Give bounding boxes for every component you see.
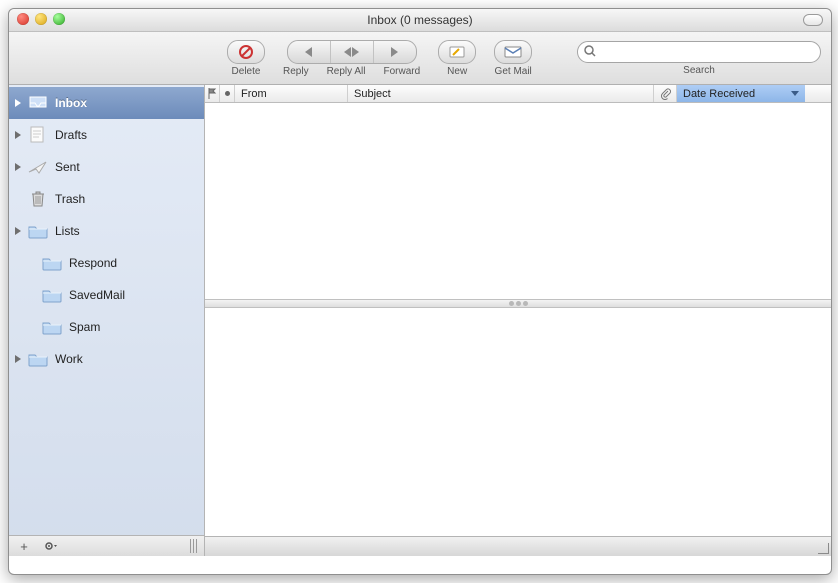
gear-icon (43, 539, 57, 553)
sidebar-item-label: Inbox (55, 96, 87, 110)
sidebar-item-trash[interactable]: Trash (9, 183, 204, 215)
sent-icon (27, 158, 49, 176)
sidebar-resize-grip[interactable] (190, 539, 198, 553)
col-flag[interactable] (205, 85, 220, 102)
reply-arrow-icon (305, 47, 312, 57)
sidebar-item-label: Lists (55, 224, 80, 238)
toolbar: Delete Reply Reply All Forward New (9, 32, 831, 85)
zoom-icon[interactable] (53, 13, 65, 25)
col-subject[interactable]: Subject (348, 85, 654, 102)
flag-icon (208, 88, 217, 99)
get-mail-group: Get Mail (494, 40, 532, 77)
mail-window: Inbox (0 messages) Delete Reply Reply Al… (8, 8, 832, 575)
forward-label: Forward (383, 66, 420, 77)
disclosure-triangle-icon[interactable] (15, 99, 21, 107)
resize-grip-icon[interactable] (817, 542, 829, 554)
search-icon (584, 45, 596, 57)
sidebar-item-respond[interactable]: Respond (9, 247, 204, 279)
action-gear-button[interactable] (41, 539, 59, 553)
reply-group: Reply Reply All Forward (283, 40, 420, 77)
sidebar-item-label: Respond (69, 256, 117, 270)
search-group: Search (577, 41, 821, 76)
disclosure-triangle-icon[interactable] (15, 227, 21, 235)
sidebar-item-inbox[interactable]: Inbox (9, 87, 204, 119)
sidebar-item-label: Sent (55, 160, 80, 174)
col-from[interactable]: From (235, 85, 348, 102)
get-mail-button[interactable] (494, 40, 532, 64)
new-group: New (438, 40, 476, 77)
status-dot-icon (224, 90, 231, 97)
sidebar-item-drafts[interactable]: Drafts (9, 119, 204, 151)
message-list[interactable] (205, 103, 831, 300)
col-date-received[interactable]: Date Received (677, 85, 805, 102)
col-date-label: Date Received (683, 88, 755, 100)
sidebar-item-spam[interactable]: Spam (9, 311, 204, 343)
mailbox-list: Inbox Drafts Sent Trash Lists Respond SavedMai… (9, 85, 204, 535)
sidebar-item-work[interactable]: Work (9, 343, 204, 375)
reply-all-label: Reply All (327, 66, 366, 77)
sidebar-footer: + (9, 535, 204, 556)
new-label: New (447, 66, 467, 77)
delete-label: Delete (232, 66, 261, 77)
sidebar-item-label: SavedMail (69, 288, 125, 302)
column-headers: From Subject Date Received (205, 85, 831, 103)
folder-icon (27, 350, 49, 368)
close-icon[interactable] (17, 13, 29, 25)
add-mailbox-button[interactable]: + (15, 539, 33, 553)
no-entry-icon (238, 44, 254, 60)
disclosure-triangle-icon[interactable] (15, 131, 21, 139)
reply-all-button[interactable] (331, 41, 374, 63)
titlebar[interactable]: Inbox (0 messages) (9, 9, 831, 32)
trash-icon (27, 190, 49, 208)
folder-icon (41, 254, 63, 272)
search-input[interactable] (577, 41, 821, 63)
folder-icon (27, 222, 49, 240)
inbox-icon (27, 94, 49, 112)
body: Inbox Drafts Sent Trash Lists Respond SavedMai… (9, 85, 831, 556)
reply-all-arrow-icon (344, 47, 359, 57)
col-scroll-spacer (805, 85, 831, 102)
compose-icon (449, 45, 465, 59)
forward-button[interactable] (374, 41, 416, 63)
sidebar-item-sent[interactable]: Sent (9, 151, 204, 183)
sidebar: Inbox Drafts Sent Trash Lists Respond SavedMai… (9, 85, 205, 556)
folder-icon (41, 286, 63, 304)
search-label: Search (683, 65, 715, 76)
sidebar-item-label: Trash (55, 192, 85, 206)
col-attachment[interactable] (654, 85, 677, 102)
folder-icon (41, 318, 63, 336)
window-title: Inbox (0 messages) (9, 13, 831, 27)
window-controls (17, 13, 65, 25)
reply-button[interactable] (288, 41, 331, 63)
disclosure-triangle-icon[interactable] (15, 163, 21, 171)
sidebar-item-label: Spam (69, 320, 100, 334)
sidebar-item-label: Work (55, 352, 83, 366)
disclosure-triangle-icon[interactable] (15, 355, 21, 363)
mailbox-icon (504, 45, 522, 59)
main-panel: From Subject Date Received (205, 85, 831, 556)
reply-label: Reply (283, 66, 309, 77)
splitter-dots-icon (516, 301, 521, 306)
paperclip-icon (660, 88, 671, 100)
sort-desc-icon (791, 91, 799, 96)
sidebar-item-savedmail[interactable]: SavedMail (9, 279, 204, 311)
minimize-icon[interactable] (35, 13, 47, 25)
sidebar-item-lists[interactable]: Lists (9, 215, 204, 247)
sidebar-item-label: Drafts (55, 128, 87, 142)
statusbar (205, 536, 831, 556)
delete-group: Delete (227, 40, 265, 77)
toolbar-pill-icon[interactable] (803, 14, 823, 26)
forward-arrow-icon (391, 47, 398, 57)
col-status[interactable] (220, 85, 235, 102)
new-button[interactable] (438, 40, 476, 64)
preview-pane (205, 308, 831, 536)
delete-button[interactable] (227, 40, 265, 64)
get-mail-label: Get Mail (495, 66, 532, 77)
drafts-icon (27, 126, 49, 144)
pane-splitter[interactable] (205, 300, 831, 308)
reply-segment (287, 40, 417, 64)
